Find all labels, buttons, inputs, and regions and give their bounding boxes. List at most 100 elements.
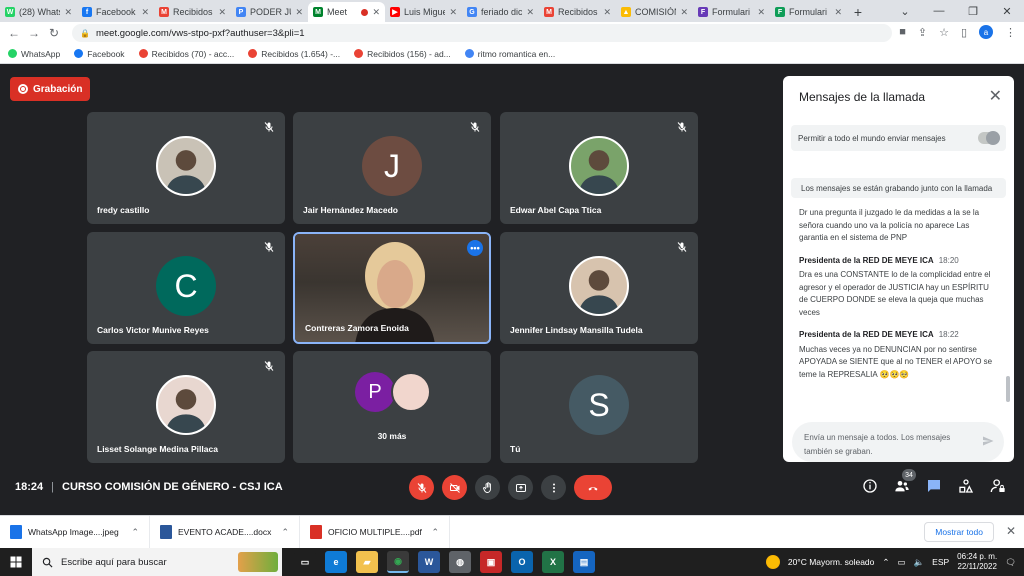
tab-close-icon[interactable]: ✕: [449, 7, 457, 18]
taskbar-app-edge[interactable]: e: [325, 551, 347, 573]
allow-messages-toggle[interactable]: [978, 131, 1000, 145]
notifications-icon[interactable]: 🗨: [1005, 557, 1016, 568]
profile-avatar[interactable]: a: [979, 25, 993, 39]
tab-close-icon[interactable]: ✕: [295, 7, 303, 18]
browser-tab[interactable]: ▲ COMISIÓN ✕: [616, 2, 693, 22]
maximize-icon[interactable]: ❐: [956, 0, 990, 22]
participant-tile[interactable]: Lisset Solange Medina Pillaca: [87, 351, 285, 463]
bookmark-item[interactable]: Recibidos (1.654) -...: [248, 49, 340, 59]
browser-tab[interactable]: P PODER JU ✕: [231, 2, 308, 22]
language-indicator[interactable]: ESP: [932, 557, 949, 567]
network-icon[interactable]: ▭: [898, 557, 906, 568]
sidebar-icon[interactable]: ▯: [961, 26, 967, 39]
more-options-button[interactable]: [541, 475, 566, 500]
browser-tab[interactable]: f Facebook ✕: [77, 2, 154, 22]
bookmark-item[interactable]: WhatsApp: [8, 49, 60, 59]
reload-icon[interactable]: ↻: [44, 26, 64, 40]
back-icon[interactable]: ←: [4, 26, 24, 40]
browser-tab[interactable]: M Recibidos ✕: [154, 2, 231, 22]
tab-close-icon[interactable]: ✕: [218, 7, 226, 18]
download-item[interactable]: OFICIO MULTIPLE....pdf ⌃: [300, 515, 450, 549]
weather-text[interactable]: 20°C Mayorm. soleado: [788, 557, 875, 567]
raise-hand-button[interactable]: [475, 475, 500, 500]
close-icon[interactable]: ✕: [1006, 524, 1016, 538]
tab-close-icon[interactable]: ✕: [680, 7, 688, 18]
participant-tile[interactable]: S Tú: [500, 351, 698, 463]
start-button[interactable]: [0, 548, 32, 576]
meet-stage: Grabación fredy castillo J Jair Hernández …: [0, 65, 1024, 515]
taskbar-clock[interactable]: 06:24 p. m. 22/11/2022: [957, 552, 997, 572]
chevron-down-icon[interactable]: ⌄: [888, 0, 922, 22]
show-all-button[interactable]: Mostrar todo: [924, 522, 994, 542]
bookmark-item[interactable]: ritmo romantica en...: [464, 48, 556, 59]
people-button[interactable]: 34: [894, 469, 916, 494]
activities-button[interactable]: [958, 478, 974, 494]
camera-icon[interactable]: ■: [899, 26, 906, 38]
star-icon[interactable]: ☆: [939, 26, 949, 39]
leave-call-button[interactable]: [574, 475, 612, 500]
more-icon[interactable]: ⋮: [1005, 26, 1016, 39]
share-icon[interactable]: ⇪: [918, 26, 927, 39]
send-icon[interactable]: [982, 435, 994, 447]
taskbar-app-explorer[interactable]: ▰: [356, 551, 378, 573]
participant-tile[interactable]: P 30 más: [293, 351, 491, 463]
activities-icon: [959, 479, 974, 493]
participant-tile[interactable]: fredy castillo: [87, 112, 285, 224]
participant-tile[interactable]: C Carlos Victor Munive Reyes: [87, 232, 285, 344]
present-button[interactable]: [508, 475, 533, 500]
more-vert-icon[interactable]: •••: [467, 240, 483, 256]
download-item[interactable]: WhatsApp Image....jpeg ⌃: [0, 515, 150, 549]
taskbar-app-word[interactable]: W: [418, 551, 440, 573]
new-tab-button[interactable]: +: [847, 2, 869, 22]
url-field[interactable]: 🔒 meet.google.com/vws-stpo-pxf?authuser=…: [72, 24, 892, 42]
bookmark-item[interactable]: Recibidos (70) - acc...: [138, 49, 234, 59]
taskbar-app-outlook[interactable]: O: [511, 551, 533, 573]
browser-tab[interactable]: F Formulari ✕: [770, 2, 847, 22]
download-item[interactable]: EVENTO ACADE....docx ⌃: [150, 515, 300, 549]
tab-close-icon[interactable]: ✕: [372, 7, 380, 18]
tab-close-icon[interactable]: ✕: [526, 7, 534, 18]
browser-tab[interactable]: M Meet ✕: [308, 2, 385, 22]
bookmark-item[interactable]: Recibidos (156) - ad...: [354, 49, 451, 59]
host-controls-button[interactable]: [990, 478, 1006, 494]
participant-tile[interactable]: J Jair Hernández Macedo: [293, 112, 491, 224]
taskbar-app-task-view[interactable]: ▭: [294, 551, 316, 573]
chevron-up-icon[interactable]: ⌃: [431, 527, 439, 538]
chat-scrollbar[interactable]: [1006, 376, 1010, 402]
browser-tab[interactable]: W (28) Whats ✕: [0, 2, 77, 22]
browser-tab[interactable]: F Formulari ✕: [693, 2, 770, 22]
browser-tab[interactable]: ▶ Luis Migue ✕: [385, 2, 462, 22]
browser-tab[interactable]: M Recibidos ✕: [539, 2, 616, 22]
taskbar-app-chrome[interactable]: ◉: [387, 551, 409, 573]
mic-off-button[interactable]: [409, 475, 434, 500]
chevron-up-icon[interactable]: ⌃: [882, 557, 889, 568]
volume-icon[interactable]: 🔈: [914, 557, 925, 568]
taskbar-app-app-red[interactable]: ▣: [480, 551, 502, 573]
participant-tile[interactable]: Edwar Abel Capa Ttica: [500, 112, 698, 224]
tab-close-icon[interactable]: ✕: [603, 7, 611, 18]
bookmark-label: ritmo romantica en...: [477, 48, 556, 59]
taskbar-app-app[interactable]: ◍: [449, 551, 471, 573]
camera-off-button[interactable]: [442, 475, 467, 500]
chevron-up-icon[interactable]: ⌃: [131, 527, 139, 538]
bookmark-item[interactable]: Facebook: [74, 49, 125, 59]
browser-tab[interactable]: Gferiado dic ✕: [462, 2, 539, 22]
download-filename: WhatsApp Image....jpeg: [28, 527, 119, 537]
tab-close-icon[interactable]: ✕: [64, 7, 72, 18]
chat-button[interactable]: [926, 478, 942, 494]
tab-close-icon[interactable]: ✕: [141, 7, 149, 18]
participant-tile[interactable]: Jennifer Lindsay Mansilla Tudela: [500, 232, 698, 344]
forward-icon[interactable]: →: [24, 26, 44, 40]
minimize-icon[interactable]: —: [922, 0, 956, 22]
meeting-details-button[interactable]: [862, 478, 878, 494]
tab-close-icon[interactable]: ✕: [757, 7, 765, 18]
tab-close-icon[interactable]: ✕: [834, 7, 842, 18]
message-input[interactable]: Envía un mensaje a todos. Los mensajes t…: [792, 422, 1004, 462]
taskbar-app-excel[interactable]: X: [542, 551, 564, 573]
close-icon[interactable]: ✕: [989, 86, 1002, 106]
chevron-up-icon[interactable]: ⌃: [281, 527, 289, 538]
participant-tile[interactable]: ••• Contreras Zamora Enoida: [293, 232, 491, 344]
close-icon[interactable]: ✕: [990, 0, 1024, 22]
taskbar-app-app-blue[interactable]: ▤: [573, 551, 595, 573]
taskbar-search[interactable]: Escribe aquí para buscar: [32, 548, 282, 576]
